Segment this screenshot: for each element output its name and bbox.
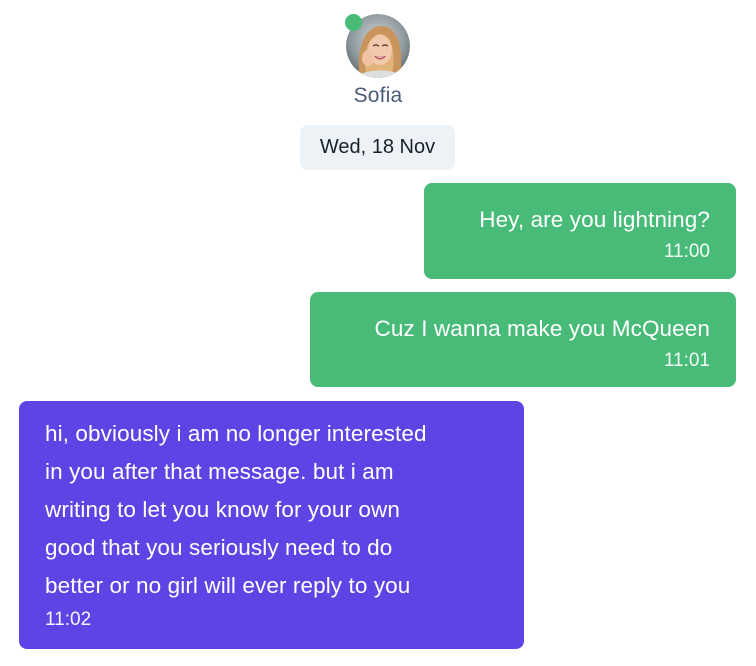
message-text-line: writing to let you know for your own [45, 497, 401, 522]
contact-name[interactable]: Sofia [0, 84, 756, 108]
message-bubble-sent[interactable]: Cuz I wanna make you McQueen 11:01 [310, 292, 736, 387]
chat-window: Sofia Wed, 18 Nov Hey, are you lightning… [0, 0, 756, 666]
message-bubble-sent[interactable]: Hey, are you lightning? 11:00 [424, 183, 736, 279]
message-time: 11:01 [663, 350, 710, 371]
message-text-line: better or no girl will ever reply to you [45, 573, 411, 598]
date-separator: Wed, 18 Nov [300, 125, 455, 170]
online-status-icon [345, 14, 362, 31]
contact-avatar-wrap[interactable] [345, 14, 410, 78]
message-time: 11:02 [45, 609, 92, 630]
message-bubble-received[interactable]: hi, obviously i am no longer interested … [19, 401, 524, 649]
message-text: Hey, are you lightning? [479, 207, 710, 232]
message-text-line: in you after that message. but i am [45, 459, 394, 484]
contact-header: Sofia [0, 14, 756, 108]
message-time: 11:00 [663, 241, 710, 262]
message-text-line: good that you seriously need to do [45, 535, 393, 560]
message-text-line: hi, obviously i am no longer interested [45, 421, 427, 446]
message-text: Cuz I wanna make you McQueen [374, 316, 710, 341]
